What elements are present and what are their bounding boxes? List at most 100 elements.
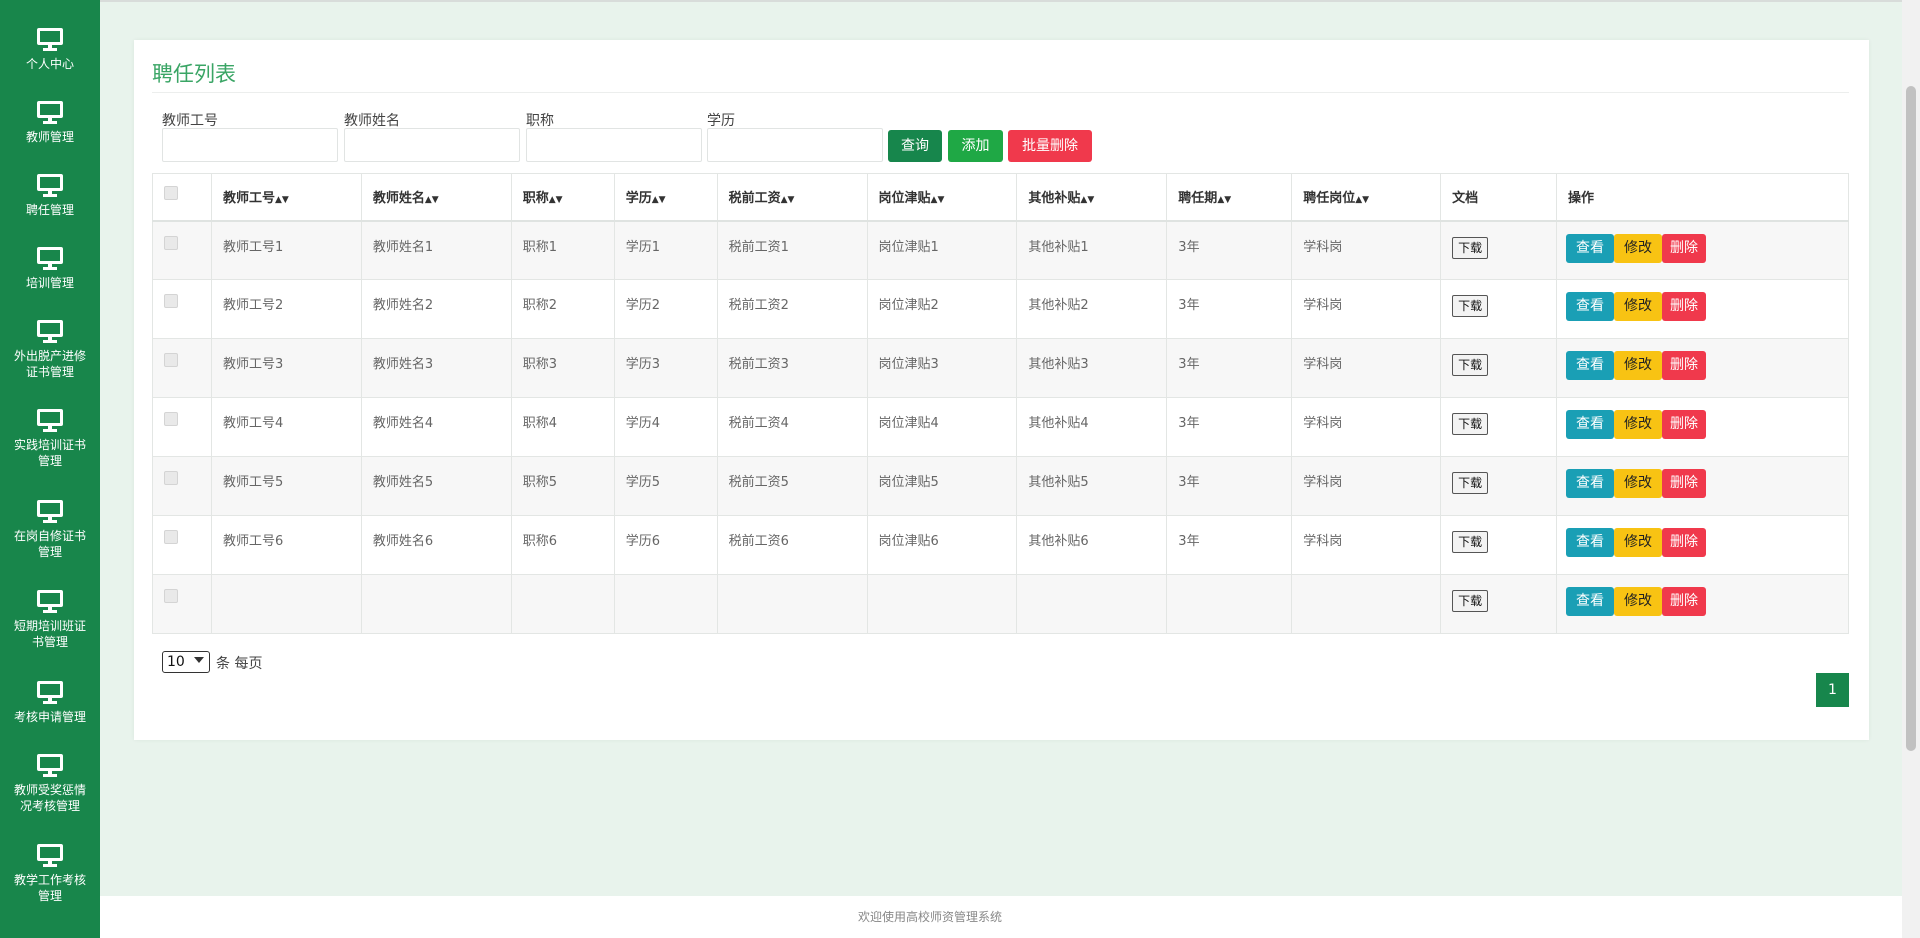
row-select-cell[interactable] (152, 220, 212, 280)
title-input[interactable] (526, 128, 702, 162)
column-header[interactable]: 学历▲▼ (613, 173, 718, 222)
teacher-name-input[interactable] (344, 128, 520, 162)
table-cell: 岗位津贴5 (866, 456, 1018, 516)
view-button[interactable]: 查看 (1566, 292, 1615, 321)
row-checkbox[interactable] (164, 294, 178, 308)
sidebar-item-label: 培训管理 (25, 276, 74, 290)
download-button[interactable]: 下载 (1452, 531, 1489, 553)
row-checkbox[interactable] (164, 530, 178, 544)
download-button[interactable]: 下载 (1452, 472, 1489, 494)
table-cell: 税前工资3 (716, 338, 868, 398)
row-checkbox[interactable] (164, 353, 178, 367)
row-select-cell[interactable] (152, 515, 212, 575)
delete-button[interactable]: 删除 (1662, 587, 1707, 616)
batch-delete-button[interactable]: 批量删除 (1008, 130, 1092, 162)
edit-button[interactable]: 修改 (1614, 351, 1663, 380)
education-input[interactable] (707, 128, 883, 162)
row-select-cell[interactable] (152, 279, 212, 339)
view-button[interactable]: 查看 (1566, 528, 1615, 557)
sidebar-item-rewards-assessment[interactable]: 教师受奖惩情况考核管理 (0, 754, 100, 814)
table-cell: 学历3 (613, 338, 718, 398)
delete-button[interactable]: 删除 (1662, 410, 1707, 439)
page-button-current[interactable]: 1 (1816, 673, 1849, 707)
column-header[interactable]: 聘任期▲▼ (1166, 173, 1293, 222)
column-header[interactable]: 税前工资▲▼ (716, 173, 868, 222)
edit-button[interactable]: 修改 (1614, 410, 1663, 439)
edit-button[interactable]: 修改 (1614, 587, 1663, 616)
edit-button[interactable]: 修改 (1614, 469, 1663, 498)
sidebar-item-training-management[interactable]: 培训管理 (0, 247, 100, 291)
delete-button[interactable]: 删除 (1662, 528, 1707, 557)
sidebar-item-teaching-assessment[interactable]: 教学工作考核管理 (0, 844, 100, 904)
column-header[interactable]: 教师工号▲▼ (210, 173, 362, 222)
table-cell: 3年 (1166, 456, 1293, 516)
download-button[interactable]: 下载 (1452, 295, 1489, 317)
page-title: 聘任列表 (152, 62, 236, 86)
download-button[interactable]: 下载 (1452, 354, 1489, 376)
sidebar-item-label: 短期培训班证书管理 (13, 619, 86, 649)
table-cell: 其他补贴6 (1016, 515, 1168, 575)
delete-button[interactable]: 删除 (1662, 351, 1707, 380)
table-cell: 教师姓名6 (360, 515, 512, 575)
view-button[interactable]: 查看 (1566, 410, 1615, 439)
table-cell: 学科岗 (1291, 279, 1442, 339)
view-button[interactable]: 查看 (1566, 233, 1615, 263)
edit-button[interactable]: 修改 (1614, 292, 1663, 321)
sidebar-item-personal-center[interactable]: 个人中心 (0, 28, 100, 72)
table-cell: 职称4 (510, 397, 615, 457)
row-checkbox[interactable] (164, 235, 178, 250)
view-button[interactable]: 查看 (1566, 587, 1615, 616)
table-cell: 学科岗 (1291, 338, 1442, 398)
download-button[interactable]: 下载 (1452, 413, 1489, 435)
sort-icon: ▲▼ (274, 195, 289, 206)
scrollbar-thumb[interactable] (1906, 86, 1916, 751)
row-checkbox[interactable] (164, 471, 178, 485)
sidebar-item-teacher-management[interactable]: 教师管理 (0, 101, 100, 145)
delete-button[interactable]: 删除 (1662, 469, 1707, 498)
sidebar-item-offsite-study-certificates[interactable]: 外出脱产进修证书管理 (0, 320, 100, 380)
edit-button[interactable]: 修改 (1614, 233, 1663, 263)
sidebar-item-self-study-certificates[interactable]: 在岗自修证书管理 (0, 500, 100, 560)
column-header[interactable]: 职称▲▼ (510, 173, 615, 222)
sidebar-item-assessment-application[interactable]: 考核申请管理 (0, 681, 100, 725)
row-select-cell[interactable] (152, 456, 212, 516)
download-button[interactable]: 下载 (1452, 236, 1489, 259)
sidebar-item-practice-training-certificates[interactable]: 实践培训证书管理 (0, 409, 100, 469)
row-checkbox[interactable] (164, 589, 178, 603)
row-select-cell[interactable] (152, 574, 212, 634)
query-button[interactable]: 查询 (888, 130, 942, 162)
row-actions: 查看 修改 删除 (1566, 469, 1848, 498)
edit-button[interactable]: 修改 (1614, 528, 1663, 557)
monitor-icon (37, 409, 63, 433)
download-button[interactable]: 下载 (1452, 590, 1489, 612)
view-button[interactable]: 查看 (1566, 351, 1615, 380)
column-header[interactable]: 岗位津贴▲▼ (866, 173, 1018, 222)
delete-button[interactable]: 删除 (1662, 233, 1707, 263)
page-size-select[interactable]: 10 (162, 651, 210, 673)
table-cell: 税前工资6 (716, 515, 868, 575)
actions-cell: 查看 修改 删除 (1556, 515, 1849, 575)
document-cell: 下载 (1440, 515, 1558, 575)
row-select-cell[interactable] (152, 397, 212, 457)
column-header: 文档 (1440, 173, 1558, 222)
column-header[interactable]: 聘任岗位▲▼ (1291, 173, 1442, 222)
monitor-icon (37, 101, 63, 125)
appointment-table: 教师工号▲▼ 教师姓名▲▼ 职称▲▼ 学历▲▼ 税前工资▲▼ 岗位津贴▲▼ 其他… (152, 173, 1849, 634)
row-checkbox[interactable] (164, 412, 178, 426)
table-header-row: 教师工号▲▼ 教师姓名▲▼ 职称▲▼ 学历▲▼ 税前工资▲▼ 岗位津贴▲▼ 其他… (152, 173, 1849, 222)
column-header[interactable]: 其他补贴▲▼ (1016, 173, 1168, 222)
row-select-cell[interactable] (152, 338, 212, 398)
sidebar-item-short-training-certificates[interactable]: 短期培训班证书管理 (0, 590, 100, 650)
sidebar-item-appointment-management[interactable]: 聘任管理 (0, 174, 100, 218)
page-scrollbar[interactable] (1902, 0, 1920, 938)
table-cell: 税前工资1 (716, 220, 868, 280)
view-button[interactable]: 查看 (1566, 469, 1615, 498)
add-button[interactable]: 添加 (948, 130, 1003, 162)
table-cell: 教师姓名1 (360, 220, 512, 280)
delete-button[interactable]: 删除 (1662, 292, 1707, 321)
select-all-checkbox[interactable] (164, 186, 178, 200)
sidebar-item-label: 教师受奖惩情况考核管理 (13, 783, 86, 813)
column-header[interactable]: 教师姓名▲▼ (360, 173, 512, 222)
teacher-id-input[interactable] (162, 128, 338, 162)
header-select-all[interactable] (152, 173, 212, 222)
